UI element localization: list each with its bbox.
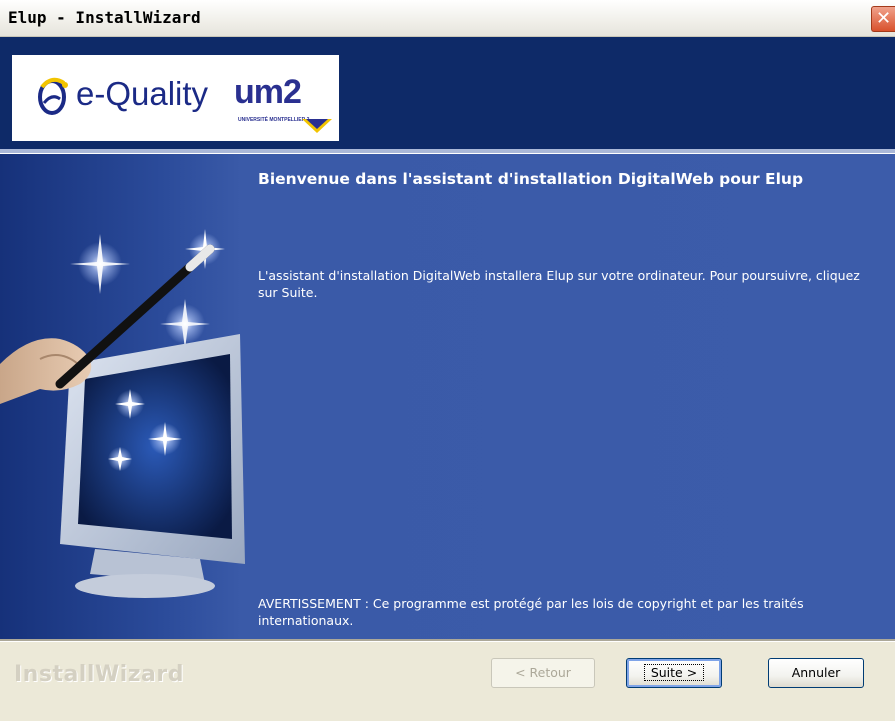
next-button[interactable]: Suite > <box>626 658 722 688</box>
install-description: L'assistant d'installation DigitalWeb in… <box>258 268 860 300</box>
back-button[interactable]: < Retour <box>491 658 595 688</box>
um2-logo-text: um2 <box>234 73 302 111</box>
e-quality-logo-text: e-Quality <box>76 75 209 112</box>
close-icon: ✕ <box>875 8 892 29</box>
copyright-warning: AVERTISSEMENT : Ce programme est protégé… <box>258 596 804 628</box>
next-button-label: Suite > <box>643 664 705 681</box>
window-title: Elup - InstallWizard <box>8 8 201 27</box>
installwizard-brand-label: InstallWizard <box>14 662 184 687</box>
title-bar: Elup - InstallWizard ✕ <box>0 0 895 37</box>
close-button[interactable]: ✕ <box>871 6 895 32</box>
wizard-header: e-Quality um2 UNIVERSITÉ MONTPELLIER 2 <box>0 37 895 149</box>
wizard-content-panel: Bienvenue dans l'assistant d'installatio… <box>0 154 895 639</box>
cancel-button[interactable]: Annuler <box>768 658 864 688</box>
welcome-heading: Bienvenue dans l'assistant d'installatio… <box>258 170 804 188</box>
wizard-footer: InstallWizard < Retour Suite > Annuler <box>0 642 895 721</box>
magic-wand-monitor-illustration <box>0 229 245 598</box>
e-quality-logo-icon <box>38 77 68 115</box>
um2-badge-icon <box>302 119 332 133</box>
logo-banner: e-Quality um2 UNIVERSITÉ MONTPELLIER 2 <box>12 55 339 141</box>
cancel-button-label: Annuler <box>791 665 841 680</box>
um2-logo-subtitle: UNIVERSITÉ MONTPELLIER 2 <box>238 117 310 123</box>
back-button-label: < Retour <box>515 665 571 680</box>
